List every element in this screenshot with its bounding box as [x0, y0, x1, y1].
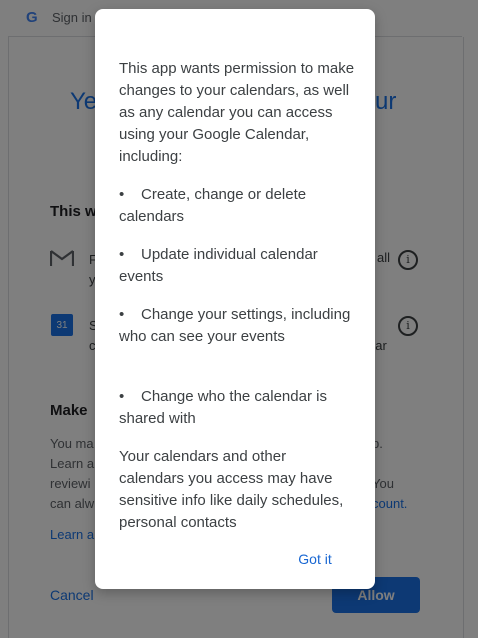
- permission-bullet: • Change your settings, including who can…: [119, 304, 355, 348]
- dialog-intro-text: This app wants permission to make change…: [119, 60, 355, 165]
- bullet-text: Create, change or delete calendars: [119, 186, 307, 225]
- permission-dialog: This app wants permission to make change…: [95, 9, 375, 589]
- permission-bullet: • Create, change or delete calendars: [119, 184, 355, 228]
- bullet-dot-icon: •: [119, 186, 125, 203]
- bullet-text: Change your settings, including who can …: [119, 306, 351, 345]
- permission-bullet: • Update individual calendar events: [119, 244, 355, 288]
- bullet-dot-icon: •: [119, 306, 125, 323]
- bullet-text: Update individual calendar events: [119, 246, 318, 285]
- dialog-outro-text: Your calendars and other calendars you a…: [119, 448, 344, 531]
- got-it-button[interactable]: Got it: [283, 545, 347, 573]
- bullet-text: Change who the calendar is shared with: [119, 388, 327, 427]
- bullet-dot-icon: •: [119, 388, 125, 405]
- bullet-dot-icon: •: [119, 246, 125, 263]
- permission-bullet: • Change who the calendar is shared with: [119, 386, 355, 430]
